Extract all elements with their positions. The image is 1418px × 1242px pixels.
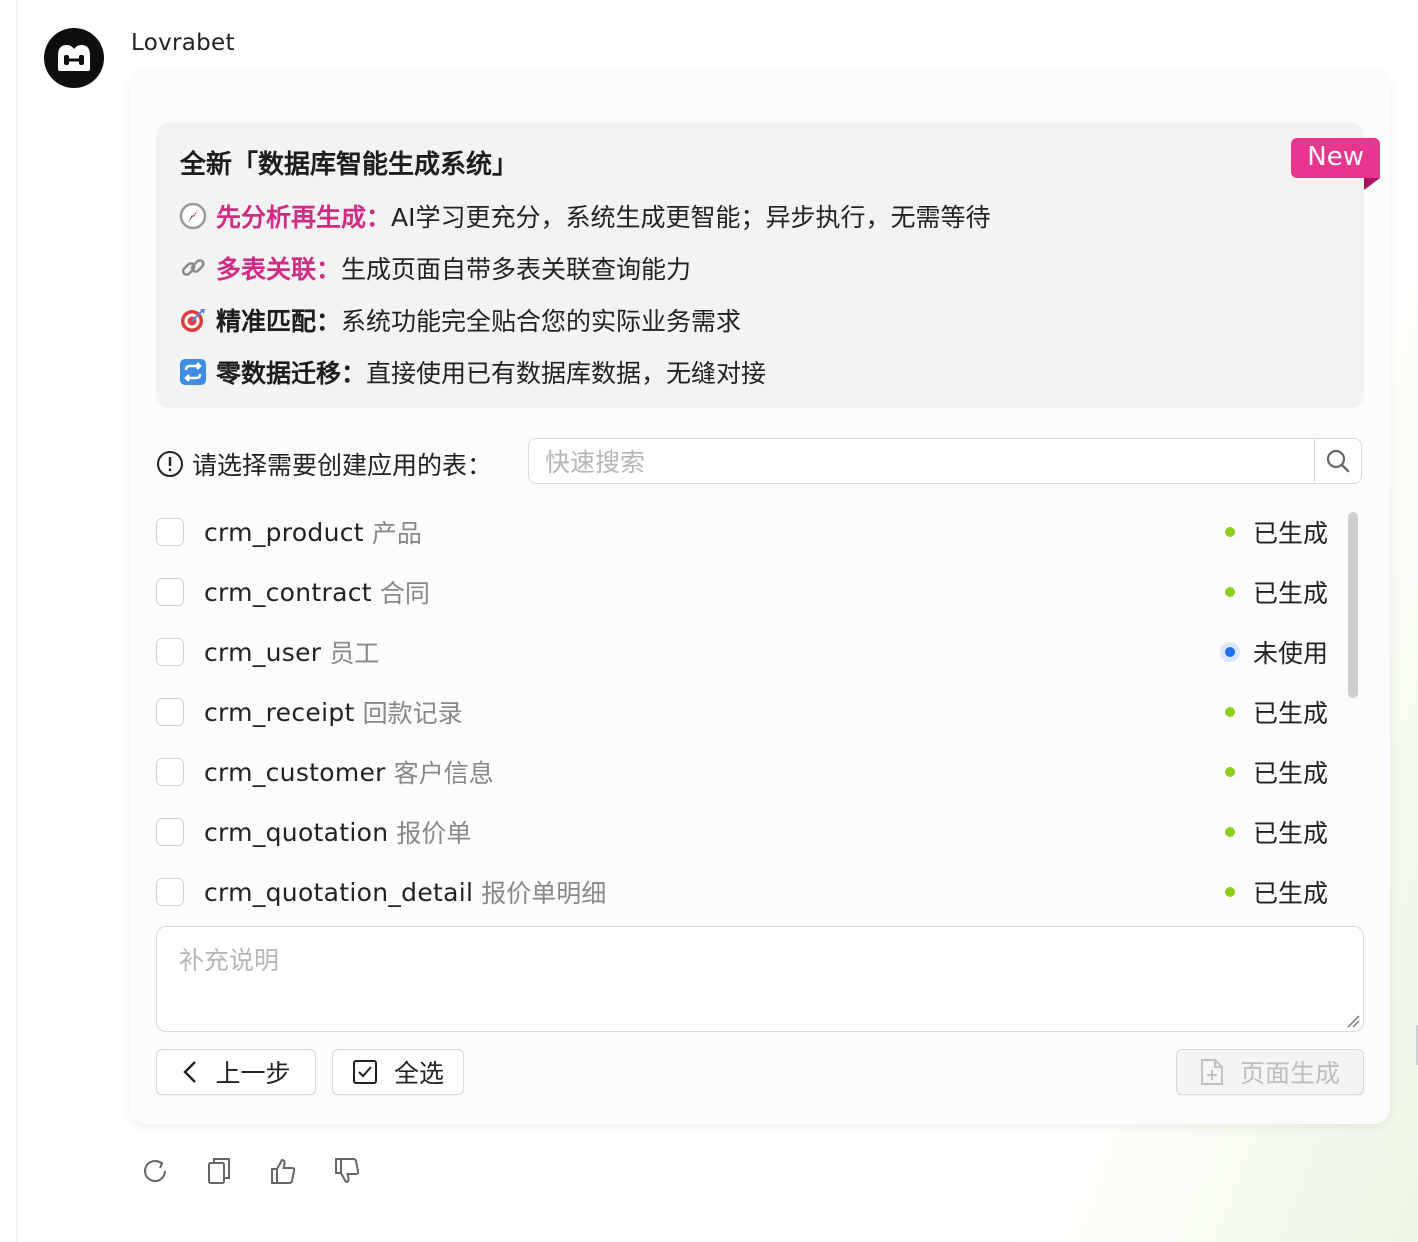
- search-input[interactable]: [543, 445, 1307, 479]
- table-desc: 员工: [329, 639, 380, 668]
- feature-text: 系统功能完全贴合您的实际业务需求: [341, 307, 742, 336]
- copy-icon[interactable]: [204, 1154, 234, 1188]
- select-all-label: 全选: [393, 1059, 444, 1088]
- table-name: crm_customer: [204, 757, 386, 787]
- feature-highlight: 多表关联：: [216, 255, 342, 284]
- status-text: 已生成: [1252, 879, 1328, 908]
- search-button[interactable]: [1314, 439, 1361, 482]
- feature-text: 生成页面自带多表关联查询能力: [341, 255, 692, 284]
- status-dot: [1224, 827, 1235, 837]
- status-dot: [1224, 647, 1235, 657]
- resize-handle-icon[interactable]: [1344, 1012, 1360, 1028]
- table-row[interactable]: crm_user 员工 未使用: [156, 622, 1364, 682]
- link-icon: [178, 253, 208, 283]
- generate-page-button[interactable]: 页面生成: [1176, 1049, 1364, 1095]
- table-name: crm_user: [204, 637, 322, 667]
- feature-text: 直接使用已有数据库数据，无缝对接: [366, 359, 767, 388]
- checkbox-checked-icon: [352, 1059, 378, 1085]
- new-badge: New: [1291, 138, 1380, 190]
- status-badge: 已生成: [1224, 862, 1328, 922]
- left-divider: [16, 0, 17, 1242]
- table-checkbox[interactable]: [156, 698, 184, 726]
- list-scrollbar[interactable]: [1348, 512, 1358, 698]
- table-checkbox[interactable]: [156, 878, 184, 906]
- table-desc: 报价单: [396, 819, 472, 848]
- response-card: 全新「数据库智能生成系统」 New 先分析再生成： AI学习更充分，系统生成更智…: [130, 72, 1390, 1124]
- table-name: crm_quotation_detail: [204, 877, 474, 907]
- table-row[interactable]: crm_customer 客户信息 已生成: [156, 742, 1364, 802]
- table-desc: 回款记录: [362, 699, 463, 728]
- table-desc: 客户信息: [393, 759, 494, 788]
- status-text: 未使用: [1252, 639, 1328, 668]
- table-list[interactable]: crm_product 产品 已生成 crm_contract 合同 已生成 c…: [156, 502, 1364, 922]
- status-dot: [1224, 887, 1235, 897]
- table-checkbox[interactable]: [156, 638, 184, 666]
- compass-icon: [178, 201, 208, 231]
- feature-highlight: 零数据迁移：: [216, 359, 367, 388]
- feature-text: AI学习更充分，系统生成更智能；异步执行，无需等待: [391, 203, 991, 232]
- feature-item: 多表关联： 生成页面自带多表关联查询能力: [178, 250, 691, 286]
- lovrabet-logo-icon: [44, 28, 104, 88]
- generate-label: 页面生成: [1239, 1059, 1340, 1088]
- table-row[interactable]: crm_receipt 回款记录 已生成: [156, 682, 1364, 742]
- feature-item: 零数据迁移： 直接使用已有数据库数据，无缝对接: [178, 354, 766, 390]
- table-row[interactable]: crm_quotation 报价单 已生成: [156, 802, 1364, 862]
- bot-name: Lovrabet: [131, 30, 235, 56]
- target-icon: [178, 305, 208, 335]
- table-name: crm_quotation: [204, 817, 389, 847]
- status-badge: 已生成: [1224, 502, 1328, 562]
- file-add-icon: [1200, 1058, 1224, 1086]
- table-name: crm_receipt: [204, 697, 355, 727]
- prev-step-label: 上一步: [215, 1059, 291, 1088]
- refresh-icon[interactable]: [140, 1154, 170, 1188]
- status-badge: 已生成: [1224, 562, 1328, 622]
- status-text: 已生成: [1252, 579, 1328, 608]
- info-icon: [156, 450, 184, 478]
- status-dot: [1224, 587, 1235, 597]
- select-all-button[interactable]: 全选: [332, 1049, 464, 1095]
- table-row[interactable]: crm_contract 合同 已生成: [156, 562, 1364, 622]
- table-row[interactable]: crm_quotation_detail 报价单明细 已生成: [156, 862, 1364, 922]
- status-dot: [1224, 527, 1235, 537]
- status-badge: 已生成: [1224, 802, 1328, 862]
- repeat-icon: [178, 357, 208, 387]
- message-actions: [140, 1154, 362, 1188]
- status-text: 已生成: [1252, 759, 1328, 788]
- table-row[interactable]: crm_product 产品 已生成: [156, 502, 1364, 562]
- table-desc: 合同: [379, 579, 430, 608]
- feature-item: 精准匹配： 系统功能完全贴合您的实际业务需求: [178, 302, 741, 338]
- table-checkbox[interactable]: [156, 758, 184, 786]
- table-select-row: 请选择需要创建应用的表：: [156, 438, 1364, 486]
- chevron-left-icon: [181, 1059, 199, 1085]
- status-dot: [1224, 767, 1235, 777]
- feature-banner: 全新「数据库智能生成系统」 New 先分析再生成： AI学习更充分，系统生成更智…: [156, 122, 1380, 408]
- select-label-text: 请选择需要创建应用的表：: [192, 451, 493, 480]
- prev-step-button[interactable]: 上一步: [156, 1049, 316, 1095]
- feature-highlight: 先分析再生成：: [216, 203, 392, 232]
- status-text: 已生成: [1252, 699, 1328, 728]
- note-textarea[interactable]: [156, 926, 1364, 1032]
- table-checkbox[interactable]: [156, 518, 184, 546]
- banner-title: 全新「数据库智能生成系统」: [180, 150, 519, 180]
- search-box: [528, 438, 1362, 484]
- status-dot: [1224, 707, 1235, 717]
- table-checkbox[interactable]: [156, 818, 184, 846]
- feature-item: 先分析再生成： AI学习更充分，系统生成更智能；异步执行，无需等待: [178, 198, 991, 234]
- status-text: 已生成: [1252, 819, 1328, 848]
- search-icon: [1326, 449, 1350, 472]
- table-checkbox[interactable]: [156, 578, 184, 606]
- status-badge: 已生成: [1224, 682, 1328, 742]
- thumbs-down-icon[interactable]: [332, 1154, 362, 1188]
- status-badge: 已生成: [1224, 742, 1328, 802]
- table-desc: 报价单明细: [481, 879, 607, 908]
- thumbs-up-icon[interactable]: [268, 1154, 298, 1188]
- table-desc: 产品: [371, 519, 422, 548]
- status-text: 已生成: [1252, 519, 1328, 548]
- table-name: crm_product: [204, 517, 364, 547]
- table-name: crm_contract: [204, 577, 372, 607]
- select-label: 请选择需要创建应用的表：: [156, 446, 492, 482]
- status-badge: 未使用: [1224, 622, 1328, 682]
- feature-highlight: 精准匹配：: [216, 307, 342, 336]
